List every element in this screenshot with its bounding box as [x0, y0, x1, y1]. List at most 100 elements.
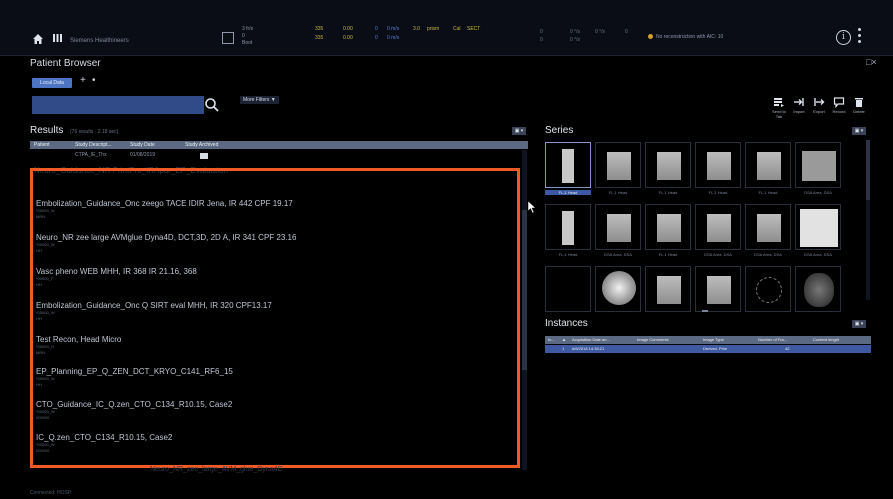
cell-patient: CTPA_IE_Thx — [75, 152, 107, 158]
series-thumbnail[interactable] — [645, 266, 691, 322]
results-list-highlight: Embolization_Guidance_Onc zeego TACE IDI… — [30, 168, 520, 468]
scrollbar-thumb[interactable] — [522, 210, 527, 370]
search-input[interactable] — [32, 96, 204, 114]
table-row[interactable]: CTPA_IE_Thx 01/08/2019 — [30, 151, 520, 161]
info-button[interactable]: i — [836, 30, 851, 45]
panel-splitter[interactable] — [702, 310, 708, 312]
study-site: HH — [36, 282, 42, 287]
export-icon — [814, 98, 825, 106]
series-thumbnail[interactable]: FL,1 Head — [645, 204, 691, 260]
list-item[interactable]: IC_Q.zen_CTO_C134_R10.15, Case2 *00000_W… — [36, 433, 506, 454]
study-name: Embolization_Guidance_Onc Q SIRT eval MH… — [36, 301, 272, 310]
more-vertical-icon[interactable] — [858, 28, 862, 46]
list-item[interactable]: Embolization_Guidance_Onc zeego TACE IDI… — [36, 199, 506, 220]
series-thumbnail[interactable]: FL,1 Head — [545, 142, 591, 198]
more-button[interactable]: • — [92, 75, 96, 86]
send-to-tab-button[interactable]: Send to Tab — [770, 96, 788, 119]
export-label: Export — [813, 109, 825, 114]
instances-title: Instances — [545, 318, 588, 329]
list-item[interactable]: CTO_Guidance_IC_Q.zen_CTO_C134_R10.15, C… — [36, 400, 506, 421]
series-caption: FL,1 Head — [658, 190, 678, 195]
series-preview-image — [545, 266, 591, 312]
instances-view-menu[interactable]: ▣ ▾ — [852, 320, 866, 328]
column-header-study-description[interactable]: Study Descript... — [75, 141, 112, 149]
record-icon — [833, 97, 845, 108]
import-label: Import — [793, 109, 805, 114]
study-site: MRN — [36, 350, 46, 355]
series-thumbnail[interactable]: FL,1 Head — [545, 204, 591, 260]
series-thumbnail[interactable]: DSA Area, DSA — [595, 204, 641, 260]
study-site: HH — [36, 248, 42, 253]
status-value: 0.00 — [343, 26, 353, 32]
list-item[interactable]: Neuro_NR zee large AVMglue Dyna4D, DCT,3… — [36, 233, 506, 254]
series-thumbnail[interactable]: FL,1 Head — [745, 142, 791, 198]
delete-button[interactable]: Delete — [850, 96, 868, 114]
home-icon[interactable] — [32, 33, 44, 45]
sort-indicator[interactable]: ▲ — [562, 336, 566, 344]
series-caption: DSA Area, DSA — [754, 252, 782, 257]
cell-frames: 42 — [785, 346, 790, 351]
column-header-instance[interactable]: In... — [548, 336, 555, 344]
recon-status: No reconstruction with AIC: 10 — [648, 34, 723, 40]
study-site: 000000 — [36, 448, 50, 453]
series-thumbnail[interactable] — [595, 266, 641, 322]
angle-value: 0 — [540, 37, 543, 43]
column-header-study-date[interactable]: Study Date — [130, 141, 155, 149]
series-thumbnail[interactable] — [545, 266, 591, 322]
series-preview-image — [695, 142, 741, 188]
series-thumbnail[interactable]: FL,1 Head — [645, 142, 691, 198]
layout-grid-icon[interactable] — [52, 32, 64, 44]
more-filters-dropdown[interactable]: More Filters ▼ — [240, 96, 279, 104]
results-scrollbar[interactable] — [522, 150, 527, 470]
series-thumbnail[interactable] — [745, 266, 791, 322]
acquisition-settings[interactable]: 3 fr/s 0 Boot — [242, 26, 253, 47]
column-header-image-type[interactable]: Image Type — [703, 336, 724, 344]
export-button[interactable]: Export — [810, 96, 828, 114]
cell-instance: 1 — [562, 346, 565, 351]
series-thumbnail[interactable]: FL,1 Head — [695, 142, 741, 198]
series-thumbnail[interactable] — [795, 266, 841, 322]
results-count: (76 results · 2.18 sec) — [70, 129, 119, 135]
column-header-number-of-frames[interactable]: Number of Fra... — [758, 336, 787, 344]
series-thumbnail[interactable] — [695, 266, 741, 322]
window-controls[interactable]: □× — [866, 57, 877, 67]
mode-label: 0 — [242, 33, 245, 39]
series-scrollbar[interactable] — [866, 140, 870, 300]
column-header-acquisition-date[interactable]: Acquisition Date an... — [572, 336, 610, 344]
list-item[interactable]: Embolization_Guidance_Onc Q SIRT eval MH… — [36, 301, 506, 322]
page-title: Patient Browser — [30, 58, 101, 69]
search-icon[interactable] — [203, 96, 221, 114]
column-header-content-length[interactable]: Content length — [813, 336, 839, 344]
status-value: 0.00 — [343, 35, 353, 41]
status-value: 335 — [315, 35, 324, 41]
add-tab-button[interactable]: + — [80, 75, 86, 86]
series-caption: DSA Area, DSA — [804, 190, 832, 195]
series-preview-image — [695, 204, 741, 250]
list-item[interactable]: Test Recon, Head Micro *00000_H MRN — [36, 335, 506, 356]
column-header-patient[interactable]: Patient — [34, 141, 50, 149]
cell-acquisition-date: 6/6/2018 14:35:21 — [572, 346, 605, 351]
monitor-icon[interactable] — [222, 32, 234, 44]
column-header-study-archived[interactable]: Study Archived — [185, 141, 218, 149]
series-thumbnail[interactable]: DSA Area, DSA — [795, 142, 841, 198]
status-value: SECT — [467, 26, 481, 32]
record-button[interactable]: Record — [830, 96, 848, 114]
series-preview-image — [545, 204, 591, 250]
study-site: HH — [36, 316, 42, 321]
table-row[interactable]: 1 6/6/2018 14:35:21 Derived, Prim 42 — [545, 345, 871, 353]
list-item[interactable]: Vasc pheno WEB MHH, IR 368 IR 21.16, 368… — [36, 267, 506, 288]
series-thumbnail[interactable]: DSA Area, DSA — [745, 204, 791, 260]
series-thumbnail[interactable]: FL,1 Head — [595, 142, 641, 198]
results-view-menu[interactable]: ▣ ▾ — [512, 127, 526, 135]
import-button[interactable]: Import — [790, 96, 808, 114]
top-bar: Siemens Healthineers 3 fr/s 0 Boot 335 0… — [0, 0, 893, 56]
series-thumbnail[interactable]: DSA Area, DSA — [695, 204, 741, 260]
list-item[interactable]: EP_Planning_EP_Q_ZEN_DCT_KRYO_C141_RF6_1… — [36, 367, 506, 388]
series-view-menu[interactable]: ▣ ▾ — [852, 127, 866, 135]
mouse-cursor-icon — [528, 201, 536, 213]
column-header-image-comments[interactable]: Image Comments — [637, 336, 669, 344]
series-thumbnail[interactable]: DSA Area, DSA — [795, 204, 841, 260]
local-data-button[interactable]: Local Data — [32, 78, 72, 88]
series-preview-image — [795, 266, 841, 312]
scrollbar-thumb[interactable] — [866, 140, 870, 200]
